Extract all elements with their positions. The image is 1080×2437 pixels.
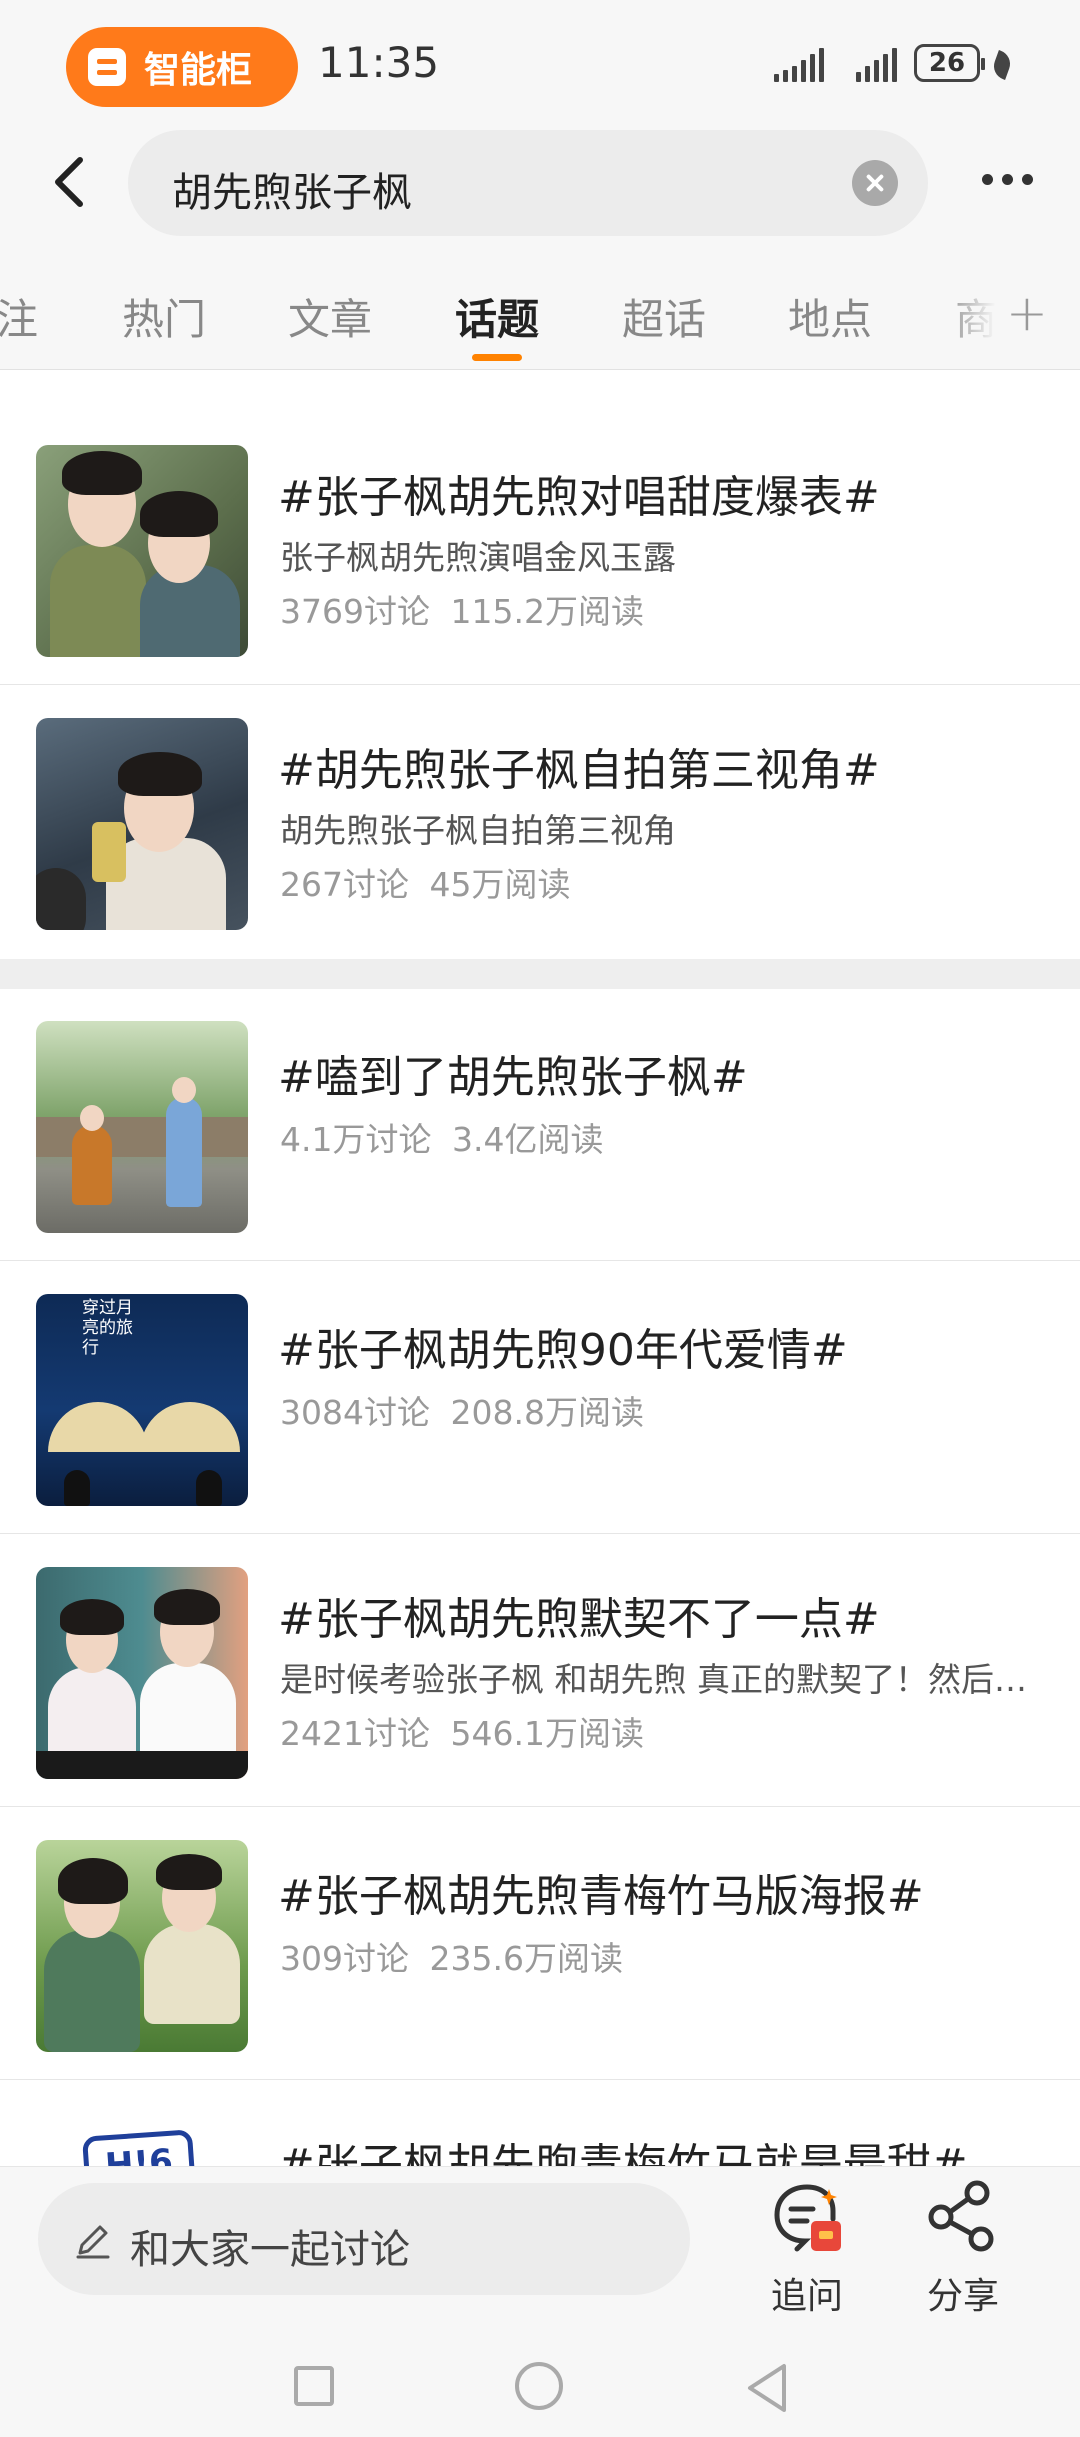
ask-button[interactable]: 追问 — [752, 2177, 862, 2319]
topic-title: #胡先煦张子枫自拍第三视角# — [278, 745, 880, 796]
poster-text: 穿过月亮的旅行 — [82, 1298, 133, 1358]
topic-reads: 3.4亿阅读 — [451, 1120, 604, 1159]
topic-reads: 115.2万阅读 — [450, 592, 644, 631]
list-item[interactable]: #张子枫胡先煦青梅竹马版海报# 309讨论 235.6万阅读 — [0, 1808, 1080, 2080]
ask-icon — [774, 2184, 841, 2252]
bottom-action-bar: 和大家一起讨论 追问 分享 — [0, 2166, 1080, 2326]
topic-stats: 267讨论 45万阅读 — [280, 858, 571, 906]
tab-bar: 注 热门 文章 话题 超话 地点 商 + — [0, 240, 1080, 370]
share-icon — [928, 2180, 994, 2252]
recents-icon[interactable] — [294, 2366, 334, 2406]
topic-stats: 3769讨论 115.2万阅读 — [280, 585, 644, 633]
system-nav-bar — [0, 2326, 1080, 2437]
h6-logo-text: H!6 — [103, 2141, 175, 2166]
topic-title: #张子枫胡先煦对唱甜度爆表# — [278, 472, 880, 523]
search-header: 胡先煦张子枫 — [0, 130, 1080, 240]
clear-icon[interactable] — [852, 160, 898, 206]
list-item[interactable]: #张子枫胡先煦对唱甜度爆表# 张子枫胡先煦演唱金风玉露 3769讨论 115.2… — [0, 413, 1080, 685]
home-icon[interactable] — [515, 2362, 563, 2410]
active-tab-indicator — [472, 354, 522, 361]
tab-places[interactable]: 地点 — [788, 286, 872, 347]
locker-icon — [88, 48, 126, 86]
topic-discussions: 3769讨论 — [280, 592, 430, 631]
tab-super-topics[interactable]: 超话 — [622, 286, 706, 347]
topic-discussions: 2421讨论 — [280, 1714, 430, 1753]
topic-reads: 235.6万阅读 — [429, 1939, 623, 1978]
tab-hot[interactable]: 热门 — [122, 286, 206, 347]
plus-icon[interactable]: + — [1006, 284, 1048, 342]
battery-icon: 26 — [914, 44, 985, 82]
status-bar: 智能柜 11:35 26 — [0, 0, 1080, 130]
topic-discussions: 4.1万讨论 — [280, 1120, 432, 1159]
topic-discussions: 3084讨论 — [280, 1393, 430, 1432]
topic-desc: 胡先煦张子枫自拍第三视角 — [280, 811, 676, 850]
topic-stats: 4.1万讨论 3.4亿阅读 — [280, 1113, 603, 1161]
topic-thumbnail — [36, 1567, 248, 1779]
share-label: 分享 — [926, 2276, 999, 2317]
topic-desc: 张子枫胡先煦演唱金风玉露 — [280, 538, 676, 577]
topic-stats: 3084讨论 208.8万阅读 — [280, 1386, 644, 1434]
topic-stats: 309讨论 235.6万阅读 — [280, 1932, 623, 1980]
topic-title: #张子枫胡先煦90年代爱情# — [278, 1325, 848, 1376]
topic-reads: 208.8万阅读 — [450, 1393, 644, 1432]
share-button[interactable]: 分享 — [908, 2177, 1018, 2319]
topic-stats: 2421讨论 546.1万阅读 — [280, 1707, 644, 1755]
topic-thumbnail — [36, 1840, 248, 2052]
list-item[interactable]: #胡先煦张子枫自拍第三视角# 胡先煦张子枫自拍第三视角 267讨论 45万阅读 — [0, 686, 1080, 958]
topic-title: #张子枫胡先煦默契不了一点# — [278, 1594, 880, 1645]
list-item[interactable]: #张子枫胡先煦默契不了一点# 是时候考验张子枫 和胡先煦 真正的默契了！然后……… — [0, 1535, 1080, 1807]
pencil-icon — [76, 2225, 110, 2259]
topic-title: #张子枫胡先煦青梅竹马就是最甜# — [278, 2140, 968, 2166]
clock: 11:35 — [318, 38, 440, 87]
section-divider — [0, 959, 1080, 989]
topic-discussions: 267讨论 — [280, 865, 409, 904]
topic-title: #张子枫胡先煦青梅竹马版海报# — [278, 1871, 924, 1922]
tab-articles[interactable]: 文章 — [288, 286, 372, 347]
search-input[interactable]: 胡先煦张子枫 — [128, 130, 928, 236]
topic-title: #嗑到了胡先煦张子枫# — [278, 1052, 748, 1103]
signal-icon-2 — [856, 48, 897, 82]
topic-thumbnail: 穿过月亮的旅行 — [36, 1294, 248, 1506]
chevron-left-icon[interactable] — [42, 152, 102, 212]
smart-locker-pill[interactable]: 智能柜 — [66, 27, 298, 107]
compose-placeholder: 和大家一起讨论 — [130, 2227, 410, 2273]
search-query[interactable]: 胡先煦张子枫 — [172, 160, 412, 218]
back-triangle-icon[interactable] — [744, 2362, 792, 2414]
signal-icon — [774, 48, 824, 82]
tab-topics[interactable]: 话题 — [455, 286, 539, 347]
topic-discussions: 309讨论 — [280, 1939, 409, 1978]
topic-thumbnail — [36, 1021, 248, 1233]
list-item[interactable]: H!6 #张子枫胡先煦青梅竹马就是最甜# — [0, 2081, 1080, 2166]
pill-label: 智能柜 — [144, 50, 253, 91]
topic-reads: 45万阅读 — [429, 865, 571, 904]
topic-desc: 是时候考验张子枫 和胡先煦 真正的默契了！然后…… — [280, 1660, 1040, 1699]
compose-input[interactable]: 和大家一起讨论 — [38, 2183, 690, 2295]
more-icon[interactable] — [982, 174, 1033, 185]
ask-label: 追问 — [770, 2276, 843, 2317]
list-item[interactable]: #嗑到了胡先煦张子枫# 4.1万讨论 3.4亿阅读 — [0, 989, 1080, 1261]
topic-reads: 546.1万阅读 — [450, 1714, 644, 1753]
topic-list: #张子枫胡先煦对唱甜度爆表# 张子枫胡先煦演唱金风玉露 3769讨论 115.2… — [0, 371, 1080, 2166]
eco-leaf-icon — [990, 50, 1014, 80]
topic-thumbnail — [36, 718, 248, 930]
topic-thumbnail: H!6 — [36, 2113, 248, 2166]
battery-level: 26 — [928, 48, 966, 78]
tab-follow[interactable]: 注 — [0, 286, 38, 347]
topic-thumbnail — [36, 445, 248, 657]
h6-logo: H!6 — [81, 2129, 197, 2166]
list-item[interactable]: 穿过月亮的旅行 #张子枫胡先煦90年代爱情# 3084讨论 208.8万阅读 — [0, 1262, 1080, 1534]
